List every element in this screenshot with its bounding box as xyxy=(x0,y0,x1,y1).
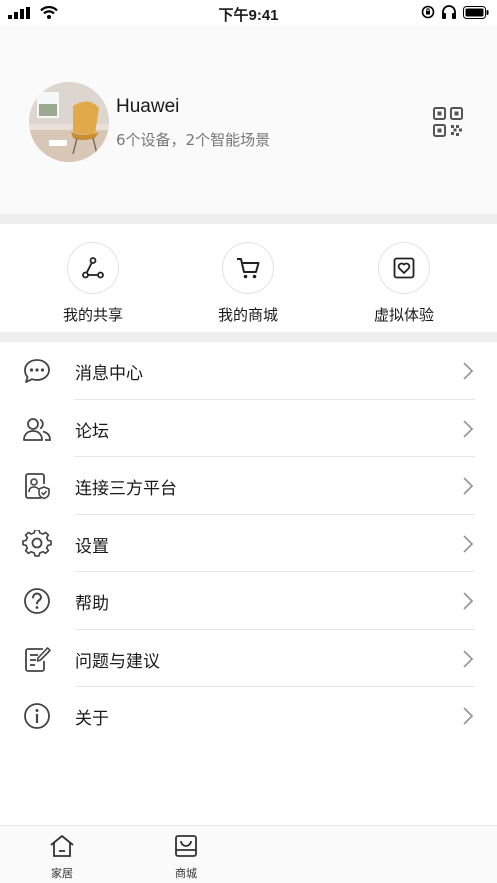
menu-item-label: 设置 xyxy=(75,536,109,557)
menu-item-help[interactable]: 帮助 xyxy=(0,572,497,630)
chevron-right-icon xyxy=(463,649,474,668)
share-icon xyxy=(82,257,104,279)
chevron-right-icon xyxy=(463,592,474,610)
heart-frame-icon xyxy=(393,257,415,279)
bottom-tab-bar: 家居 商城 xyxy=(0,825,497,883)
tab-label: 家居 xyxy=(51,867,73,880)
quick-action-label: 我的商城 xyxy=(217,306,278,324)
quick-action-label: 我的共享 xyxy=(62,306,123,324)
headphones-icon xyxy=(442,5,456,19)
menu-item-settings[interactable]: 设置 xyxy=(0,515,497,572)
rotation-lock-icon xyxy=(421,5,435,19)
chevron-right-icon xyxy=(463,534,474,553)
section-divider xyxy=(0,332,497,342)
battery-icon xyxy=(463,5,489,19)
cart-icon xyxy=(237,258,260,279)
menu-item-label: 论坛 xyxy=(75,421,109,442)
chevron-right-icon xyxy=(463,477,474,495)
menu-item-feedback[interactable]: 问题与建议 xyxy=(0,630,497,687)
quick-action-label: 虚拟体验 xyxy=(373,306,434,324)
menu-item-forum[interactable]: 论坛 xyxy=(0,400,497,457)
quick-action-virtual-experience[interactable]: 虚拟体验 xyxy=(349,242,459,325)
message-icon xyxy=(24,359,50,383)
qr-code-icon[interactable] xyxy=(432,106,464,138)
status-bar: 下午9:41 xyxy=(0,0,497,26)
settings-menu: 消息中心 论坛 连接三方平台 设置 帮助 问题与建议 关于 xyxy=(0,342,497,745)
home-icon xyxy=(50,835,74,857)
gear-icon xyxy=(22,529,52,557)
quick-actions: 我的共享 我的商城 虚拟体验 xyxy=(0,224,497,332)
menu-item-label: 问题与建议 xyxy=(75,651,160,672)
connect-platform-icon xyxy=(25,473,50,500)
users-icon xyxy=(23,417,51,441)
menu-item-label: 关于 xyxy=(75,709,109,729)
menu-item-label: 消息中心 xyxy=(75,364,143,384)
tab-store[interactable]: 商城 xyxy=(156,834,216,881)
chevron-right-icon xyxy=(463,419,474,438)
menu-item-label: 连接三方平台 xyxy=(75,479,177,499)
menu-item-about[interactable]: 关于 xyxy=(0,687,497,745)
menu-item-connect-platform[interactable]: 连接三方平台 xyxy=(0,457,497,515)
quick-action-share[interactable]: 我的共享 xyxy=(38,242,148,325)
avatar[interactable] xyxy=(29,82,109,162)
device-summary: 6个设备，2个智能场景 xyxy=(116,131,271,149)
profile-header[interactable]: Huawei 6个设备，2个智能场景 xyxy=(0,26,497,214)
store-icon xyxy=(175,835,197,857)
chevron-right-icon xyxy=(463,707,474,725)
feedback-icon xyxy=(25,646,51,672)
menu-item-label: 帮助 xyxy=(75,594,109,614)
tab-home[interactable]: 家居 xyxy=(32,834,92,881)
quick-action-store[interactable]: 我的商城 xyxy=(193,242,303,325)
help-icon xyxy=(24,588,50,614)
info-icon xyxy=(24,703,50,729)
tab-label: 商城 xyxy=(175,867,197,880)
chevron-right-icon xyxy=(463,362,474,380)
user-name: Huawei xyxy=(116,96,180,117)
menu-item-message-center[interactable]: 消息中心 xyxy=(0,342,497,400)
section-divider xyxy=(0,214,497,224)
